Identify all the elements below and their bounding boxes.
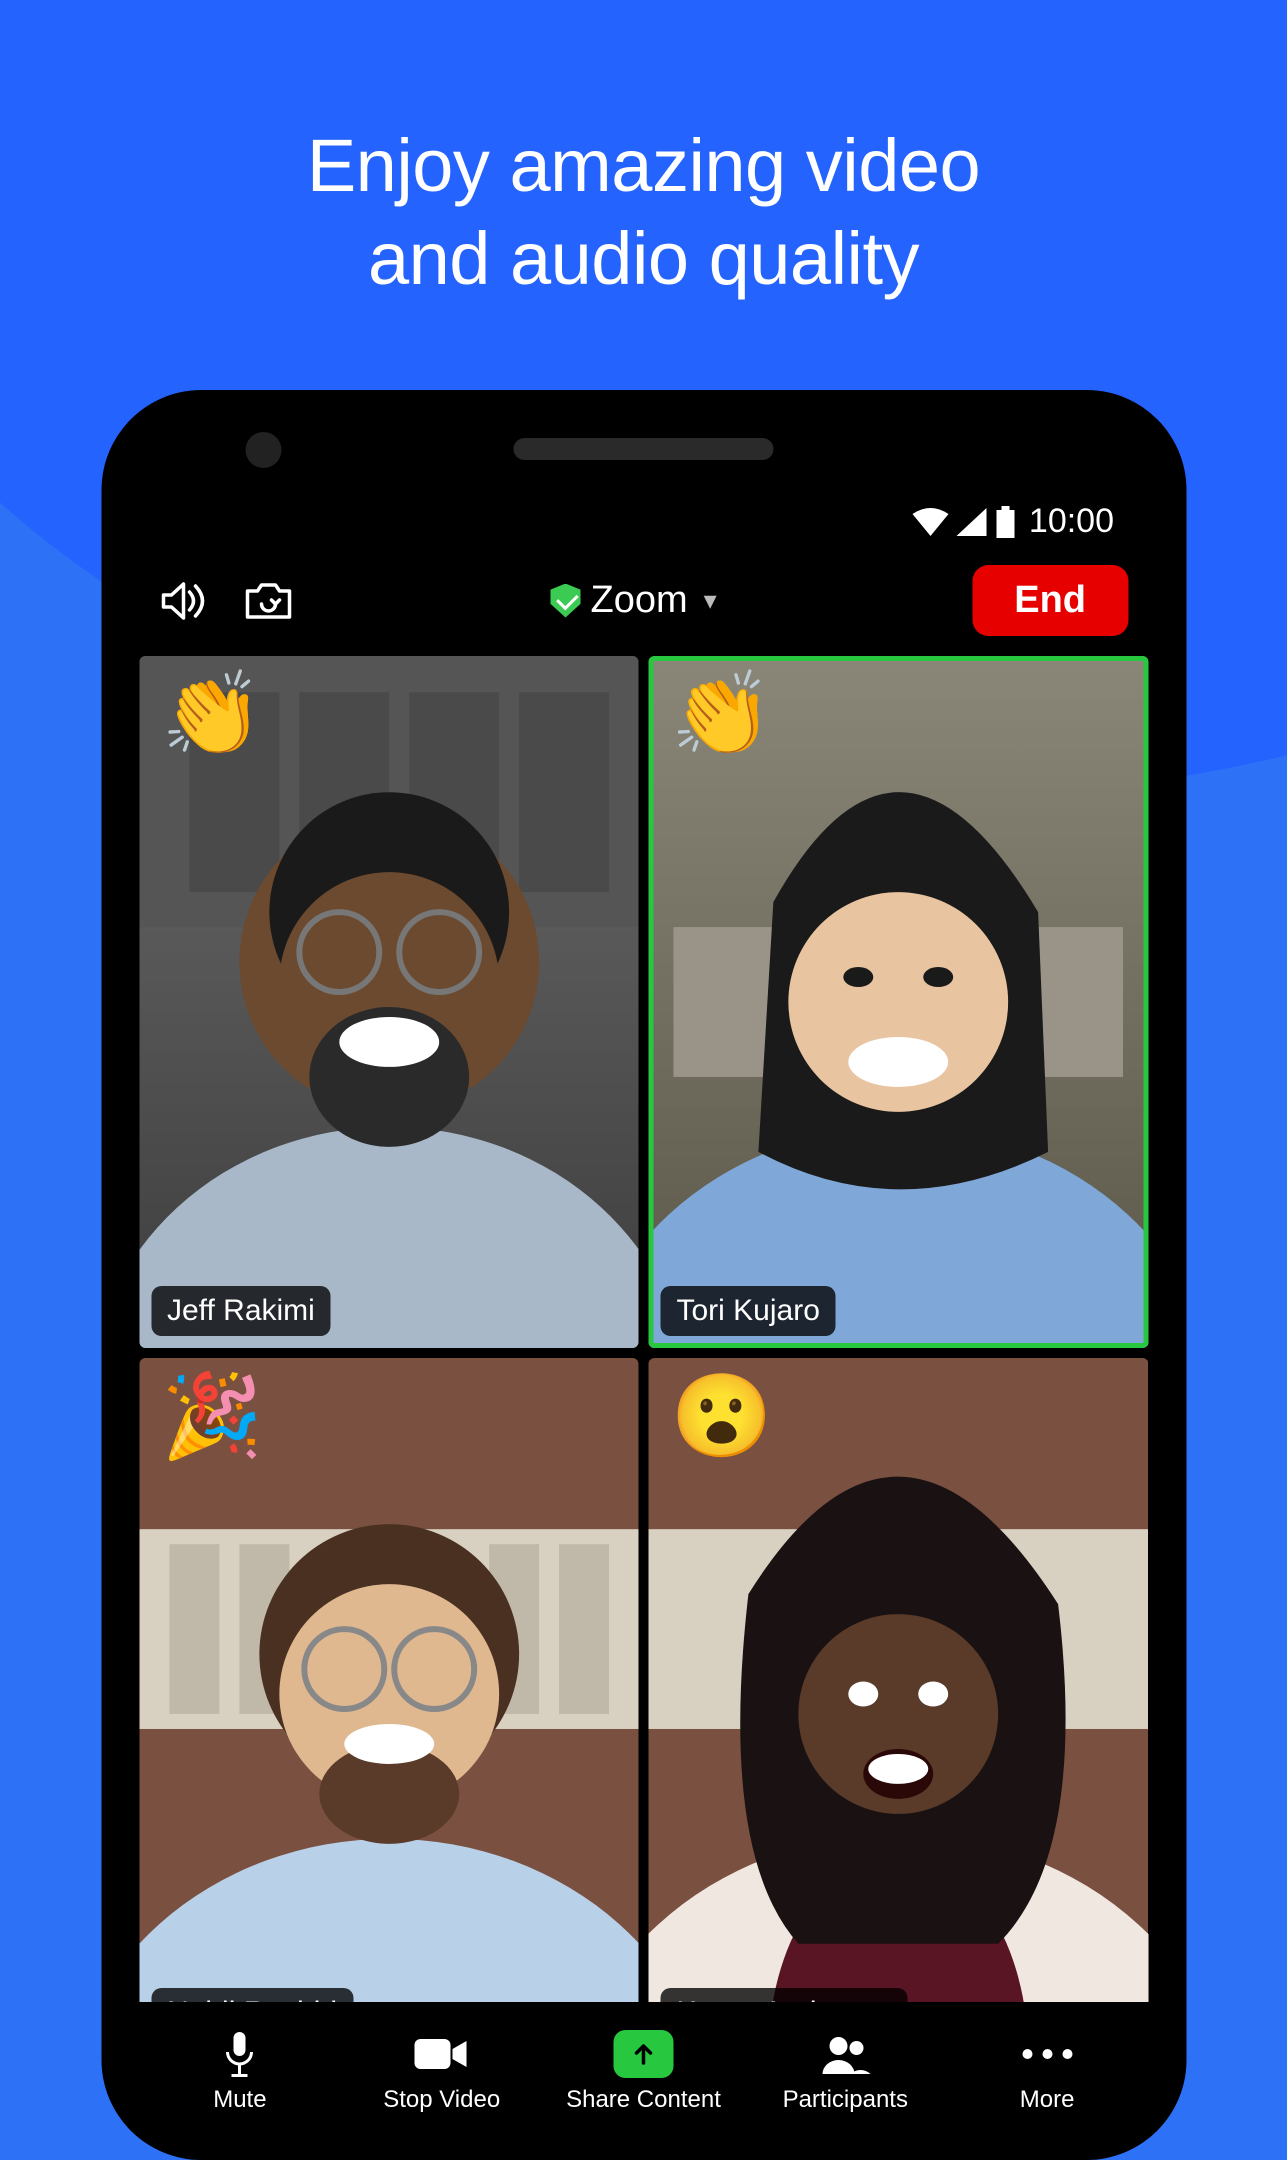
microphone-icon <box>222 2030 258 2078</box>
status-time: 10:00 <box>1029 502 1114 541</box>
promo-headline-line2: and audio quality <box>368 217 919 300</box>
phone-speaker-slot <box>514 438 774 460</box>
participants-button[interactable]: Participants <box>765 2030 925 2114</box>
share-content-label: Share Content <box>566 2086 721 2114</box>
stop-video-label: Stop Video <box>383 2086 500 2114</box>
video-camera-icon <box>413 2030 471 2078</box>
reaction-emoji: 👏 <box>671 674 773 756</box>
reaction-emoji: 👏 <box>161 674 263 756</box>
phone-camera-dot <box>245 432 281 468</box>
status-bar: 10:00 <box>129 478 1158 551</box>
more-ellipsis-icon <box>1022 2030 1072 2078</box>
mute-label: Mute <box>213 2086 266 2114</box>
meeting-title-button[interactable]: Zoom ▾ <box>325 579 942 622</box>
participants-icon <box>818 2030 872 2078</box>
phone-frame: 10:00 <box>101 390 1186 2160</box>
video-tile[interactable]: 🎉 Nabil Rashid <box>139 1358 639 2050</box>
more-button[interactable]: More <box>967 2030 1127 2114</box>
reaction-emoji: 😮 <box>671 1376 773 1458</box>
switch-camera-icon[interactable] <box>241 579 295 623</box>
reaction-emoji: 🎉 <box>161 1376 263 1458</box>
more-label: More <box>1020 2086 1075 2114</box>
stop-video-button[interactable]: Stop Video <box>362 2030 522 2114</box>
promo-headline-line1: Enjoy amazing video <box>307 124 980 207</box>
video-grid: 👏 Jeff Rakimi 👏 <box>129 656 1158 2050</box>
end-button-label: End <box>1014 579 1086 621</box>
meeting-bottom-bar: Mute Stop Video Share Content <box>129 2002 1158 2132</box>
share-screen-icon <box>613 2030 673 2078</box>
mute-button[interactable]: Mute <box>160 2030 320 2114</box>
video-tile[interactable]: 👏 Tori Kujaro <box>649 656 1149 1348</box>
battery-icon <box>995 506 1017 538</box>
video-tile[interactable]: 😮 Karen Anderson <box>649 1358 1149 2050</box>
share-content-button[interactable]: Share Content <box>563 2030 723 2114</box>
signal-icon <box>957 508 987 536</box>
meeting-title-label: Zoom <box>591 579 688 622</box>
video-tile[interactable]: 👏 Jeff Rakimi <box>139 656 639 1348</box>
shield-check-icon <box>551 584 581 618</box>
promo-headline: Enjoy amazing video and audio quality <box>0 0 1287 305</box>
end-button[interactable]: End <box>972 565 1128 636</box>
participant-name-label: Jeff Rakimi <box>151 1286 331 1336</box>
participant-name-label: Tori Kujaro <box>661 1286 836 1336</box>
chevron-down-icon: ▾ <box>704 585 717 616</box>
participants-label: Participants <box>783 2086 908 2114</box>
meeting-topbar: Zoom ▾ End <box>129 551 1158 656</box>
phone-screen: 10:00 <box>129 478 1158 2132</box>
speaker-audio-icon[interactable] <box>159 580 207 622</box>
wifi-icon <box>913 508 949 536</box>
